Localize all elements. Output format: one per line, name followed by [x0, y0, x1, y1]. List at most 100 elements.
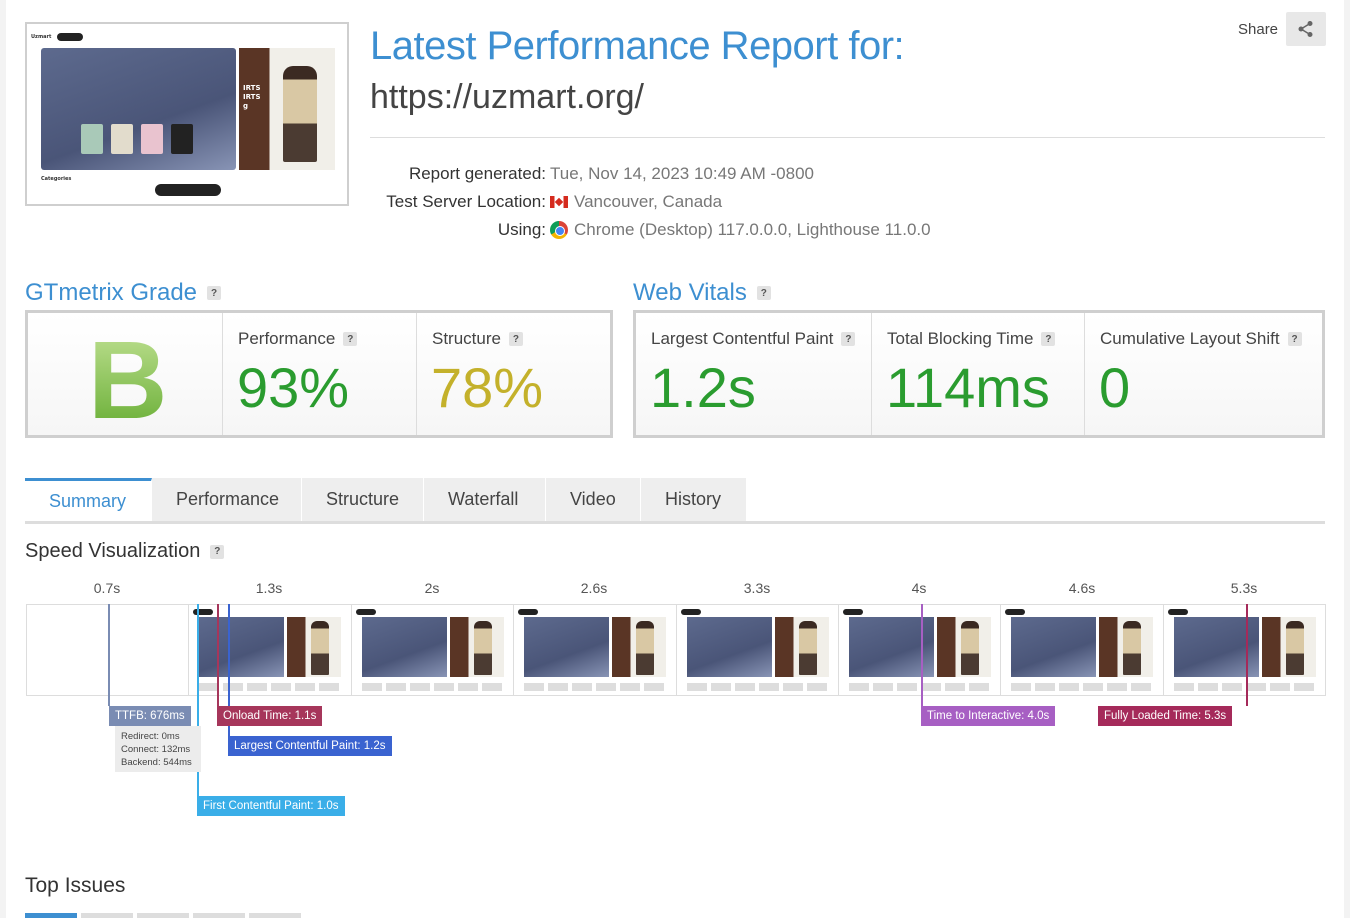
vital-label: Total Blocking Time — [887, 329, 1034, 348]
help-icon[interactable]: ? — [1287, 332, 1302, 346]
thumbnail-catalog-pill — [57, 33, 84, 41]
lcp-marker[interactable]: Largest Contentful Paint: 1.2s — [228, 736, 392, 756]
vital-label: Cumulative Layout Shift — [1100, 329, 1280, 348]
speed-visualization-title: Speed Visualization — [25, 540, 201, 562]
structure-label: Structure — [432, 329, 501, 348]
page-title: Latest Performance Report for: — [370, 24, 905, 68]
share-control[interactable]: Share — [1238, 12, 1327, 46]
share-button[interactable] — [1286, 12, 1327, 46]
timeline-tick: 1.3s — [255, 580, 283, 596]
report-meta: Report generated: Tue, Nov 14, 2023 10:4… — [370, 160, 931, 244]
page-screenshot-thumbnail[interactable]: Uzmart IRTS IRTS g Categories — [25, 22, 349, 206]
fcp-marker[interactable]: First Contentful Paint: 1.0s — [197, 796, 345, 816]
meta-row-using: Using: Chrome (Desktop) 117.0.0.0, Light… — [370, 216, 931, 244]
structure-value: 78% — [431, 356, 544, 419]
filmstrip-frame[interactable] — [676, 605, 839, 695]
tab-performance[interactable]: Performance — [152, 478, 302, 521]
timeline-tick: 4.6s — [1068, 580, 1096, 596]
thumbnail-model — [283, 66, 317, 162]
structure-cell: Structure? 78% — [417, 313, 610, 435]
help-icon[interactable]: ? — [210, 544, 225, 559]
vital-label: Largest Contentful Paint — [651, 329, 834, 348]
meta-value: Chrome (Desktop) 117.0.0.0, Lighthouse 1… — [574, 220, 931, 239]
timeline-tick: 0.7s — [93, 580, 121, 596]
tab-video[interactable]: Video — [546, 478, 641, 521]
timeline-tick: 5.3s — [1230, 580, 1258, 596]
thumbnail-categories-label: Categories — [41, 176, 72, 182]
tab-history[interactable]: History — [641, 478, 747, 521]
vital-value: 1.2s — [650, 356, 756, 419]
filmstrip-frame[interactable] — [514, 605, 677, 695]
ttfb-marker-line — [108, 604, 110, 706]
meta-value: Tue, Nov 14, 2023 10:49 AM -0800 — [550, 164, 814, 183]
performance-cell: Performance? 93% — [223, 313, 417, 435]
help-icon[interactable]: ? — [508, 332, 523, 346]
help-icon[interactable]: ? — [756, 286, 771, 300]
vital-cell-lcp: Largest Contentful Paint? 1.2s — [636, 313, 872, 435]
ttfb-connect: Connect: 132ms — [121, 744, 191, 755]
report-tabs: Summary Performance Structure Waterfall … — [25, 478, 1325, 524]
canada-flag-icon — [550, 196, 568, 208]
thumbnail-nav: Uzmart — [31, 30, 343, 44]
onload-marker[interactable]: Onload Time: 1.1s — [217, 706, 323, 726]
tab-summary[interactable]: Summary — [25, 478, 152, 521]
gtmetrix-grade-heading: GTmetrix Grade ? — [25, 279, 222, 307]
speed-visualization-heading: Speed Visualization ? — [25, 540, 225, 563]
tti-marker-line — [921, 604, 923, 706]
top-issues-tabs — [25, 913, 301, 918]
fully-loaded-marker-line — [1246, 604, 1248, 706]
filmstrip-frame[interactable] — [1001, 605, 1164, 695]
help-icon[interactable]: ? — [841, 332, 856, 346]
grade-letter: B — [88, 319, 168, 442]
fully-loaded-marker[interactable]: Fully Loaded Time: 5.3s — [1098, 706, 1233, 726]
help-icon[interactable]: ? — [1041, 332, 1056, 346]
ttfb-detail: Redirect: 0ms Connect: 132ms Backend: 54… — [115, 726, 201, 772]
top-issues-tab[interactable] — [249, 913, 301, 918]
ttfb-backend: Backend: 544ms — [121, 757, 192, 768]
timeline-ticks: 0.7s 1.3s 2s 2.6s 3.3s 4s 4.6s 5.3s — [26, 580, 1326, 600]
meta-row-generated: Report generated: Tue, Nov 14, 2023 10:4… — [370, 160, 931, 188]
tab-structure[interactable]: Structure — [302, 478, 424, 521]
top-issues-tab[interactable] — [137, 913, 189, 918]
meta-row-location: Test Server Location: Vancouver, Canada — [370, 188, 931, 216]
vital-value: 0 — [1099, 356, 1131, 419]
filmstrip-frame[interactable] — [351, 605, 515, 695]
performance-value: 93% — [237, 356, 350, 419]
thumbnail-panel-text: IRTS IRTS g — [243, 84, 261, 110]
onload-marker-line — [217, 604, 219, 706]
tti-marker[interactable]: Time to Interactive: 4.0s — [921, 706, 1056, 726]
web-vitals-box: Largest Contentful Paint? 1.2s Total Blo… — [633, 310, 1325, 438]
thumbnail-logo: Uzmart — [31, 34, 52, 40]
thumbnail-hero-image — [41, 48, 236, 170]
grade-cell: B — [28, 313, 223, 442]
meta-key: Test Server Location: — [386, 192, 546, 211]
vital-value: 114ms — [886, 356, 1050, 419]
share-label: Share — [1238, 20, 1279, 38]
filmstrip-frame[interactable] — [189, 605, 352, 695]
meta-key: Using: — [497, 220, 546, 239]
thumbnail-dock — [155, 184, 221, 196]
timeline-tick: 3.3s — [743, 580, 771, 596]
web-vitals-heading: Web Vitals ? — [633, 279, 771, 307]
gtmetrix-grade-box: B Performance? 93% Structure? 78% — [25, 310, 613, 442]
help-icon[interactable]: ? — [207, 286, 222, 300]
top-issues-tab[interactable] — [81, 913, 133, 918]
thumbnail-shirts-panel: IRTS IRTS g — [239, 48, 335, 170]
vital-cell-tbt: Total Blocking Time? 114ms — [872, 313, 1085, 435]
report-page: Uzmart IRTS IRTS g Categories Latest Per… — [6, 0, 1344, 918]
top-issues-tab[interactable] — [25, 913, 77, 918]
help-icon[interactable]: ? — [343, 332, 358, 346]
timeline-tick: 4s — [911, 580, 927, 596]
meta-value: Vancouver, Canada — [574, 192, 723, 211]
gtmetrix-grade-title: GTmetrix Grade — [25, 279, 198, 306]
meta-key: Report generated: — [408, 164, 546, 183]
timeline-tick: 2.6s — [580, 580, 608, 596]
timeline-tick: 2s — [424, 580, 440, 596]
top-issues-title: Top Issues — [25, 874, 126, 897]
filmstrip-frame[interactable] — [1163, 605, 1325, 695]
vital-cell-cls: Cumulative Layout Shift? 0 — [1085, 313, 1322, 435]
ttfb-marker[interactable]: TTFB: 676ms — [109, 706, 191, 726]
top-issues-tab[interactable] — [193, 913, 245, 918]
share-icon — [1298, 21, 1313, 37]
tab-waterfall[interactable]: Waterfall — [424, 478, 546, 521]
